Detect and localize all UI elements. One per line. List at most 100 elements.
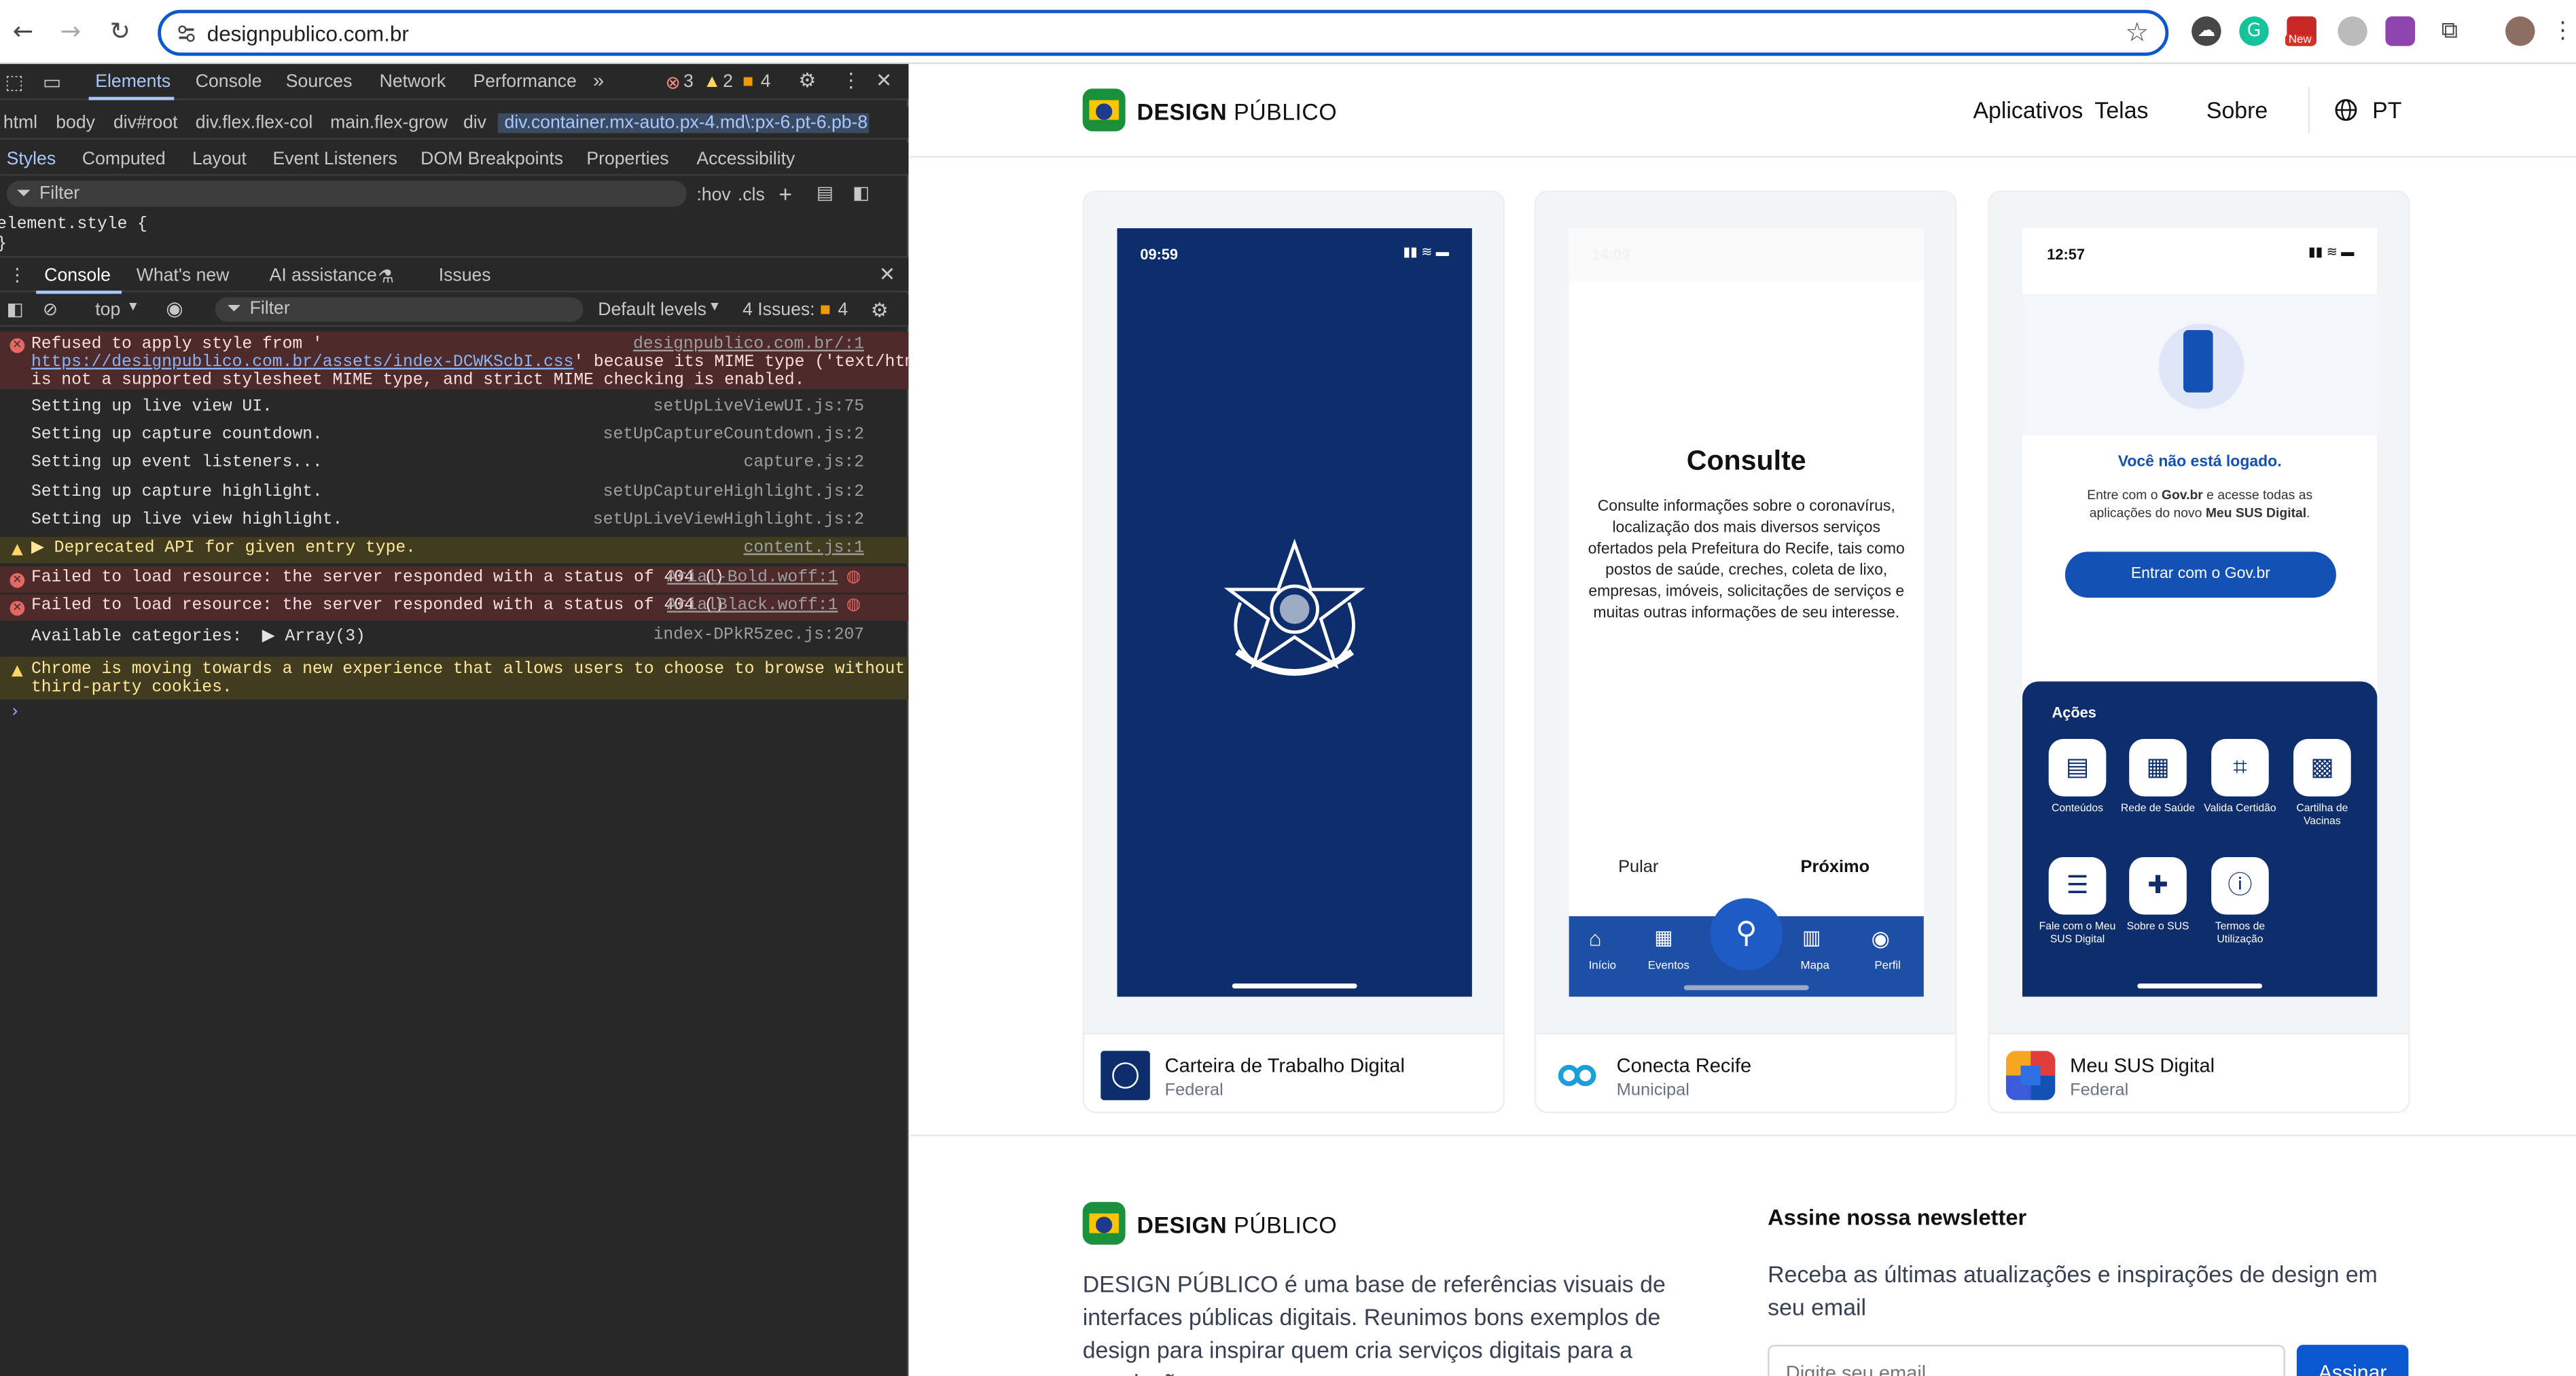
paint-icon[interactable]: ▤ (817, 182, 834, 204)
message-source-link[interactable]: setUpLiveViewHighlight.js:2 (593, 512, 864, 530)
tab-properties[interactable]: Properties (586, 149, 668, 169)
reload-icon[interactable]: ↻ (103, 15, 136, 48)
email-field[interactable] (1768, 1345, 2285, 1376)
address-bar[interactable]: designpublico.com.br ☆ (158, 10, 2169, 56)
warning-count-icon[interactable]: ▲ (703, 72, 721, 92)
drawer-tab-console[interactable]: Console (44, 266, 111, 286)
extension-circle-icon[interactable] (2338, 16, 2367, 46)
error-count[interactable]: 3 (683, 72, 694, 92)
tab-network[interactable]: Network (380, 72, 446, 92)
extensions-puzzle-icon[interactable]: ⧉ (2435, 16, 2465, 46)
tab-elements[interactable]: Elements (95, 72, 171, 92)
console-prompt[interactable]: › (10, 704, 918, 723)
nav-aplicativos[interactable]: Aplicativos (1973, 97, 2083, 124)
console-filter-input[interactable]: ⏷ Filter (215, 297, 584, 322)
new-style-rule-icon[interactable]: + (779, 181, 792, 207)
live-expression-eye-icon[interactable]: ◉ (166, 297, 183, 321)
extension-purple-icon[interactable] (2385, 16, 2416, 46)
message-source-link[interactable]: Arial-Bold.woff:1 (667, 566, 838, 593)
more-tabs-icon[interactable]: » (593, 69, 604, 92)
hov-toggle[interactable]: :hov (696, 185, 730, 205)
footer-logo-icon[interactable] (1082, 1201, 1126, 1245)
breadcrumb-main[interactable]: main.flex-grow (330, 113, 448, 133)
device-toggle-icon[interactable]: ▭ (43, 71, 61, 94)
tab-performance[interactable]: Performance (473, 72, 576, 92)
message-source-link[interactable]: content.js:1 (744, 537, 864, 564)
app-title[interactable]: Meu SUS Digital (2070, 1054, 2215, 1077)
tab-accessibility[interactable]: Accessibility (696, 149, 795, 169)
element-style-rule[interactable]: element.style { (0, 217, 906, 235)
breadcrumb-flex-col[interactable]: div.flex.flex-col (196, 113, 312, 133)
drawer-tab-whats-new[interactable]: What's new (137, 266, 230, 286)
brand-logo-icon[interactable] (1082, 88, 1126, 132)
clear-console-icon[interactable]: ⊘ (43, 299, 58, 320)
forward-icon[interactable]: → (54, 15, 87, 48)
issues-label[interactable]: 4 Issues: (743, 300, 815, 320)
subscribe-button[interactable]: Assinar (2296, 1345, 2409, 1376)
nav-sobre[interactable]: Sobre (2206, 97, 2268, 124)
app-card-meu-sus[interactable]: 12:57 ▮▮ ≋ ▬ Você não está logado. Entre… (1988, 190, 2410, 1114)
tab-event-listeners[interactable]: Event Listeners (272, 149, 397, 169)
message-source-link[interactable]: index-DPkR5zec.js:207 (654, 628, 864, 646)
tab-dom-breakpoints[interactable]: DOM Breakpoints (421, 149, 563, 169)
globe-icon[interactable] (2335, 98, 2358, 122)
message-source-link[interactable]: setUpLiveViewUI.js:75 (654, 399, 864, 417)
app-card-carteira[interactable]: 09:59 ▮▮ ≋ ▬ Carteira de Trabalho Digita… (1082, 190, 1505, 1114)
tab-layout[interactable]: Layout (192, 149, 247, 169)
message-source-link[interactable]: designpublico.com.br/:1 (633, 337, 864, 355)
profile-avatar[interactable] (2505, 16, 2535, 46)
issues-count[interactable]: 4 (838, 300, 848, 320)
close-drawer-icon[interactable]: ✕ (879, 263, 895, 286)
console-warning-deprecated[interactable]: ▲ ▶ Deprecated API for given entry type.… (0, 537, 909, 564)
tab-console[interactable]: Console (196, 72, 262, 92)
message-source-link[interactable]: setUpCaptureCountdown.js:2 (603, 427, 864, 446)
breadcrumb-root[interactable]: div#root (113, 113, 178, 133)
network-request-icon[interactable]: ◍ (846, 594, 861, 621)
app-title[interactable]: Carteira de Trabalho Digital (1165, 1054, 1405, 1077)
footer-brand-name[interactable]: DESIGN PÚBLICO (1137, 1212, 1338, 1238)
app-title[interactable]: Conecta Recife (1617, 1054, 1751, 1077)
array-expander[interactable]: ▶ Array(3) (262, 629, 365, 647)
breadcrumb-body[interactable]: body (56, 113, 95, 133)
tab-styles[interactable]: Styles (7, 149, 56, 169)
nav-telas[interactable]: Telas (2094, 97, 2148, 124)
grammarly-extension-icon[interactable]: G (2239, 16, 2269, 46)
info-icon[interactable]: ◔ (851, 660, 861, 678)
cloud-extension-icon[interactable]: ☁ (2192, 16, 2221, 46)
tab-sources[interactable]: Sources (286, 72, 353, 92)
cls-toggle[interactable]: .cls (738, 185, 765, 205)
bookmark-star-icon[interactable]: ☆ (2126, 16, 2149, 48)
styles-filter-input[interactable]: ⏷ Filter (6, 180, 687, 207)
site-settings-icon[interactable] (176, 23, 197, 44)
settings-gear-icon[interactable]: ⚙ (798, 69, 816, 92)
tab-computed[interactable]: Computed (82, 149, 166, 169)
drawer-menu-icon[interactable]: ⋮ (8, 264, 26, 286)
network-request-icon[interactable]: ◍ (846, 566, 861, 593)
url-text[interactable]: designpublico.com.br (207, 21, 409, 46)
issue-count-icon[interactable]: ■ (743, 72, 753, 92)
console-sidebar-icon[interactable]: ◧ (7, 299, 24, 320)
menu-kebab-icon[interactable]: ⋮ (2548, 16, 2576, 46)
message-source-link[interactable]: ArialBlack.woff:1 (667, 594, 838, 621)
devtools-menu-icon[interactable]: ⋮ (841, 69, 861, 92)
message-source-link[interactable]: capture.js:2 (744, 455, 864, 473)
console-settings-icon[interactable]: ⚙ (871, 299, 889, 322)
issue-count[interactable]: 4 (761, 72, 771, 92)
stylesheet-link[interactable]: https://designpublico.com.br/assets/inde… (31, 355, 573, 373)
inspect-icon[interactable]: ⬚ (5, 71, 23, 94)
sidebar-toggle-icon[interactable]: ◧ (853, 182, 870, 204)
brand-name[interactable]: DESIGN PÚBLICO (1137, 98, 1338, 125)
back-icon[interactable]: ← (7, 15, 39, 48)
close-devtools-icon[interactable]: ✕ (876, 69, 892, 92)
breadcrumb-div[interactable]: div (463, 113, 486, 133)
breadcrumb-container[interactable]: div.container.mx-auto.px-4.md\:px-6.pt-6… (497, 113, 870, 133)
log-levels-select[interactable]: Default levels (598, 300, 706, 320)
app-card-conecta-recife[interactable]: 14:09 Consulte Consulte informações sobr… (1534, 190, 1957, 1114)
context-select[interactable]: top (95, 300, 120, 320)
warning-count[interactable]: 2 (723, 72, 733, 92)
breadcrumb-html[interactable]: html (3, 113, 37, 133)
message-source-link[interactable]: setUpCaptureHighlight.js:2 (603, 484, 864, 503)
drawer-tab-issues[interactable]: Issues (439, 266, 491, 286)
drawer-tab-ai-assistance[interactable]: AI assistance (270, 266, 377, 286)
language-select[interactable]: PT (2372, 97, 2401, 124)
